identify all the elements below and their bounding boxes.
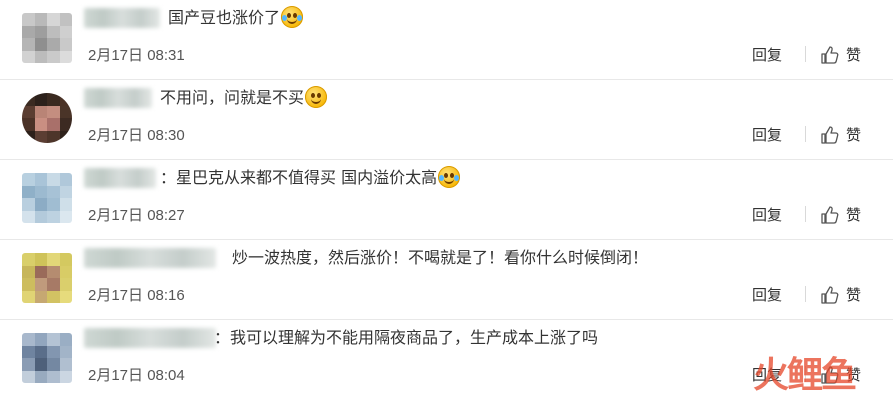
- username[interactable]: [84, 88, 152, 108]
- comment-date: 2月17日 08:16: [88, 287, 185, 304]
- like-label: 赞: [846, 206, 862, 224]
- comment-text: 不用问，问就是不买: [160, 86, 328, 110]
- like-label: 赞: [846, 46, 862, 64]
- action-divider: [805, 126, 806, 142]
- comment-item: 国产豆也涨价了 2月17日 08:31 回复 赞: [0, 0, 893, 80]
- avatar[interactable]: [22, 13, 72, 63]
- comment-date: 2月17日 08:27: [88, 207, 185, 224]
- thumbs-up-icon: [821, 285, 839, 304]
- avatar[interactable]: [22, 93, 72, 143]
- watermark-logo: 火鲤鱼: [752, 355, 857, 396]
- thumbs-up-icon: [821, 125, 839, 144]
- username[interactable]: [84, 328, 216, 348]
- comment-text: ：我可以理解为不能用隔夜商品了，生产成本上涨了吗: [214, 328, 599, 347]
- like-button[interactable]: 赞: [820, 284, 861, 305]
- action-divider: [805, 206, 806, 222]
- like-label: 赞: [846, 126, 862, 144]
- comment-date: 2月17日 08:31: [88, 47, 185, 64]
- username[interactable]: [84, 168, 156, 188]
- laugh-cry-emoji-icon: [281, 6, 304, 28]
- avatar[interactable]: [22, 173, 72, 223]
- comment-item: 炒一波热度，然后涨价！不喝就是了！看你什么时候倒闭！ 2月17日 08:16 回…: [0, 240, 893, 320]
- laugh-cry-emoji-icon: [438, 166, 461, 188]
- reply-button[interactable]: 回复: [752, 204, 782, 225]
- smile-emoji-icon: [305, 86, 328, 108]
- like-button[interactable]: 赞: [820, 44, 861, 65]
- thumbs-up-icon: [821, 205, 839, 224]
- like-button[interactable]: 赞: [820, 124, 861, 145]
- comment-text: 国产豆也涨价了: [168, 6, 304, 30]
- reply-button[interactable]: 回复: [752, 44, 782, 65]
- avatar[interactable]: [22, 333, 72, 383]
- action-divider: [805, 46, 806, 62]
- comment-item: ：星巴克从来都不值得买 国内溢价太高 2月17日 08:27 回复 赞: [0, 160, 893, 240]
- comment-text: ：星巴克从来都不值得买 国内溢价太高: [160, 166, 461, 190]
- reply-button[interactable]: 回复: [752, 284, 782, 305]
- comment-date: 2月17日 08:04: [88, 367, 185, 384]
- avatar[interactable]: [22, 253, 72, 303]
- comment-item: 不用问，问就是不买 2月17日 08:30 回复 赞: [0, 80, 893, 160]
- like-label: 赞: [846, 286, 862, 304]
- username[interactable]: [84, 248, 216, 268]
- comment-text: 炒一波热度，然后涨价！不喝就是了！看你什么时候倒闭！: [232, 248, 649, 267]
- comment-date: 2月17日 08:30: [88, 127, 185, 144]
- thumbs-up-icon: [821, 45, 839, 64]
- action-divider: [805, 286, 806, 302]
- reply-button[interactable]: 回复: [752, 124, 782, 145]
- like-button[interactable]: 赞: [820, 204, 861, 225]
- username[interactable]: [84, 8, 160, 28]
